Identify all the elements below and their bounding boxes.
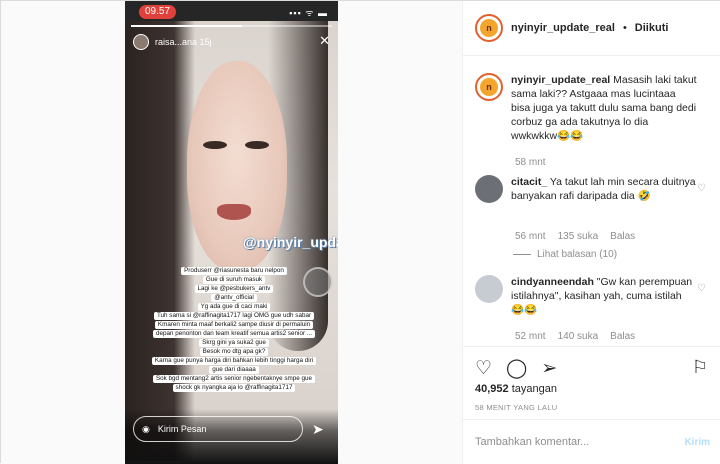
comment-username[interactable]: cindyanneendah: [511, 276, 594, 288]
comment-body: citacit_ Ya takut lah min secara duitnya…: [511, 175, 697, 203]
phone-status-bar: 09.57 ▪▪▪ ᯤ ▬: [125, 1, 338, 21]
separator-dot: •: [622, 22, 627, 34]
comment-username[interactable]: citacit_: [511, 176, 547, 188]
add-comment-bar: Tambahkan komentar... Kirim: [463, 419, 720, 464]
side-panel: n nyinyir_update_real • Diikuti n nyinyi…: [462, 1, 720, 464]
story-text-line: shock gk nyangka aja lo @raffinagita1717: [172, 384, 296, 392]
story-text-line: Karna gue punya harga diri bahkan lebih …: [151, 357, 317, 365]
reply-button[interactable]: Balas: [610, 331, 635, 342]
post-comment-button[interactable]: Kirim: [684, 437, 710, 448]
avatar[interactable]: [475, 275, 503, 303]
bookmark-icon[interactable]: ⚐: [692, 357, 708, 378]
story-progress: [131, 25, 332, 27]
story-text-overlay: Produserr @riasunesta baru nelpon Gue di …: [139, 267, 329, 392]
story-text-line: Besok mo dtg apa gk?: [199, 348, 269, 356]
caption-avatar[interactable]: n: [475, 73, 503, 101]
page: 09.57 ▪▪▪ ᯤ ▬ raisa...ana 15j ✕ Produser…: [0, 0, 720, 464]
story-user-text: raisa...ana 15j: [155, 37, 212, 47]
heart-icon[interactable]: ♡: [697, 183, 706, 194]
follow-status[interactable]: Diikuti: [635, 22, 669, 34]
story-avatar: [133, 34, 149, 50]
story-text-line: Kmaren minta maaf berkali2 sampe diusir …: [154, 321, 314, 329]
post-header: n nyinyir_update_real • Diikuti: [463, 1, 720, 56]
caption-time: 58 mnt: [515, 157, 546, 168]
story-text-line: @antv_official: [211, 294, 257, 302]
caption-meta: 58 mnt: [515, 157, 546, 168]
left-eye: [203, 141, 227, 149]
right-eye: [245, 141, 269, 149]
list-item: cindyanneendah "Gw kan perempuan istilah…: [475, 275, 715, 317]
comment-likes[interactable]: 140 suka: [558, 331, 599, 342]
list-item: citacit_ Ya takut lah min secara duitnya…: [475, 175, 715, 203]
comment-time: 52 mnt: [515, 331, 546, 342]
story-text-line: Yg ada gue di caci maki: [197, 303, 271, 311]
caption-body: nyinyir_update_real Masasih laki takut s…: [511, 73, 697, 143]
comment-meta: 56 mnt 135 suka Balas: [515, 231, 635, 242]
views-count[interactable]: 40,952 tayangan: [475, 383, 557, 395]
ring-icon: [303, 267, 333, 297]
story-text-line: Skrg gini ya suka2 gue: [199, 339, 269, 347]
heart-icon[interactable]: ♡: [697, 283, 706, 294]
story-text-line: Produserr @riasunesta baru nelpon: [181, 267, 287, 275]
watermark: @nyinyir_update_real: [243, 234, 338, 250]
comment-icon[interactable]: ◯: [506, 357, 527, 380]
story-text-line: Lagi ke @pesbukers_antv: [194, 285, 274, 293]
view-replies[interactable]: Lihat balasan (10): [513, 249, 617, 260]
story-video[interactable]: 09.57 ▪▪▪ ᯤ ▬ raisa...ana 15j ✕ Produser…: [125, 1, 338, 464]
signal-icon: ▪▪▪ ᯤ ▬: [289, 8, 328, 18]
comment-time: 56 mnt: [515, 231, 546, 242]
mouth: [217, 204, 251, 220]
message-placeholder: Kirim Pesan: [157, 424, 207, 434]
view-replies-label[interactable]: Lihat balasan (10): [537, 249, 617, 260]
post-modal: 09.57 ▪▪▪ ᯤ ▬ raisa...ana 15j ✕ Produser…: [0, 0, 720, 464]
reply-button[interactable]: Balas: [610, 231, 635, 242]
comment-likes[interactable]: 135 suka: [558, 231, 599, 242]
post-time: 58 MENIT YANG LALU: [475, 403, 558, 412]
message-input: ◉ Kirim Pesan: [133, 416, 303, 442]
story-text-line: Gue di suruh masuk: [202, 276, 266, 284]
comment-body: cindyanneendah "Gw kan perempuan istilah…: [511, 275, 697, 317]
comment-input[interactable]: Tambahkan komentar...: [475, 436, 589, 448]
caption: n nyinyir_update_real Masasih laki takut…: [475, 73, 715, 143]
story-text-line: gue dari diaaaa: [209, 366, 259, 374]
avatar[interactable]: n: [475, 14, 503, 42]
comment-meta: 52 mnt 140 suka Balas: [515, 331, 635, 342]
phone-time: 09.57: [139, 5, 177, 19]
hair-left: [125, 21, 195, 461]
avatar[interactable]: [475, 175, 503, 203]
media-panel: 09.57 ▪▪▪ ᯤ ▬ raisa...ana 15j ✕ Produser…: [1, 1, 462, 464]
post-actions: ♡ ◯ ➢ ⚐ 40,952 tayangan 58 MENIT YANG LA…: [463, 346, 720, 430]
story-text-line: Tuh sama si @raffinagita1717 lagi OMG gu…: [153, 312, 315, 320]
send-icon: ➤: [312, 421, 324, 437]
story-text-line: depan penonton dan team kreatif semua ar…: [152, 330, 316, 338]
camera-icon: ◉: [142, 423, 150, 434]
comments-list: n nyinyir_update_real Masasih laki takut…: [463, 59, 720, 344]
like-icon[interactable]: ♡: [475, 357, 492, 380]
share-icon[interactable]: ➢: [541, 357, 557, 380]
caption-username[interactable]: nyinyir_update_real: [511, 74, 610, 86]
action-icons: ♡ ◯ ➢: [475, 357, 557, 380]
header-username[interactable]: nyinyir_update_real: [511, 22, 615, 34]
story-user: raisa...ana 15j: [133, 34, 212, 50]
story-text-line: Sok bgd mentang2 artis senior ngebentakn…: [152, 375, 316, 383]
close-icon: ✕: [319, 33, 330, 48]
